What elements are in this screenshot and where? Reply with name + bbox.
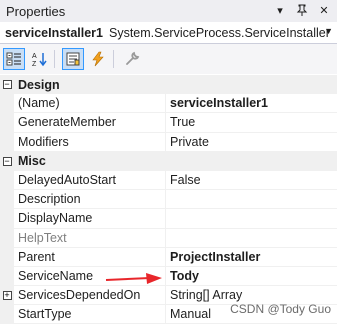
property-row-helptext[interactable]: HelpText	[0, 228, 337, 248]
property-value[interactable]: Private	[166, 133, 337, 152]
object-name: serviceInstaller1	[5, 25, 103, 40]
property-value[interactable]	[166, 209, 337, 229]
category-label: Misc	[18, 154, 46, 169]
lightning-icon	[92, 51, 104, 67]
object-selector[interactable]: serviceInstaller1 System.ServiceProcess.…	[0, 22, 337, 44]
property-name: HelpText	[14, 228, 166, 248]
property-row-modifiers[interactable]: Modifiers Private	[0, 132, 337, 152]
property-value[interactable]: True	[166, 113, 337, 133]
sort-az-icon: A Z	[32, 53, 47, 67]
property-row-generatemember[interactable]: GenerateMember True	[0, 113, 337, 133]
property-row-displayname[interactable]: DisplayName	[0, 209, 337, 229]
expand-icon[interactable]: +	[2, 291, 12, 301]
events-view-button[interactable]	[87, 48, 109, 70]
property-row-delayedautostart[interactable]: DelayedAutoStart False	[0, 170, 337, 191]
property-name: DisplayName	[14, 209, 166, 229]
property-row-description[interactable]: Description	[0, 190, 337, 210]
property-name: (Name)	[14, 94, 166, 114]
property-name: StartType	[14, 305, 166, 325]
category-misc[interactable]: − Misc	[0, 151, 337, 171]
property-name: Description	[14, 190, 166, 210]
property-value[interactable]	[166, 190, 337, 210]
property-value	[166, 229, 337, 248]
property-pages-button[interactable]	[121, 48, 143, 70]
categorized-view-button[interactable]	[3, 48, 25, 70]
collapse-icon[interactable]: −	[2, 80, 12, 90]
property-value[interactable]: Tody	[166, 267, 337, 287]
property-grid: − Design (Name) serviceInstaller1 Genera…	[0, 75, 337, 327]
close-icon[interactable]: ✕	[317, 3, 331, 17]
property-name: Modifiers	[14, 132, 166, 152]
annotation-arrow-icon	[105, 273, 162, 284]
property-pages-icon	[66, 52, 80, 66]
window-menu-dropdown-icon[interactable]: ▾	[273, 3, 287, 17]
property-row-servicename[interactable]: ServiceName Tody	[0, 266, 337, 287]
svg-text:A: A	[32, 53, 37, 60]
property-value[interactable]: False	[166, 171, 337, 191]
svg-text:Z: Z	[32, 61, 37, 67]
property-row-parent[interactable]: Parent ProjectInstaller	[0, 247, 337, 267]
property-row-name[interactable]: (Name) serviceInstaller1	[0, 94, 337, 114]
property-name: DelayedAutoStart	[14, 170, 166, 191]
categorized-icon	[6, 52, 21, 66]
pin-icon[interactable]	[295, 3, 309, 17]
property-name: Parent	[14, 247, 166, 267]
watermark: CSDN @Tody Guo	[230, 302, 331, 316]
collapse-icon[interactable]: −	[2, 156, 12, 166]
toolbar-separator	[113, 50, 114, 68]
property-name: ServicesDependedOn	[14, 286, 166, 306]
object-type: System.ServiceProcess.ServiceInstaller	[109, 25, 330, 40]
properties-view-button[interactable]	[62, 48, 84, 70]
title-bar: Properties ▾ ✕	[0, 0, 337, 22]
properties-toolbar: A Z	[0, 44, 337, 74]
property-value[interactable]: serviceInstaller1	[166, 94, 337, 114]
alphabetical-view-button[interactable]: A Z	[28, 48, 50, 70]
chevron-down-icon[interactable]: ▼	[324, 26, 333, 36]
property-name: GenerateMember	[14, 113, 166, 133]
window-title: Properties	[6, 3, 66, 19]
category-label: Design	[18, 77, 60, 92]
category-design[interactable]: − Design	[0, 75, 337, 95]
wrench-icon	[126, 51, 140, 65]
toolbar-separator	[54, 50, 55, 68]
property-value[interactable]: ProjectInstaller	[166, 248, 337, 267]
